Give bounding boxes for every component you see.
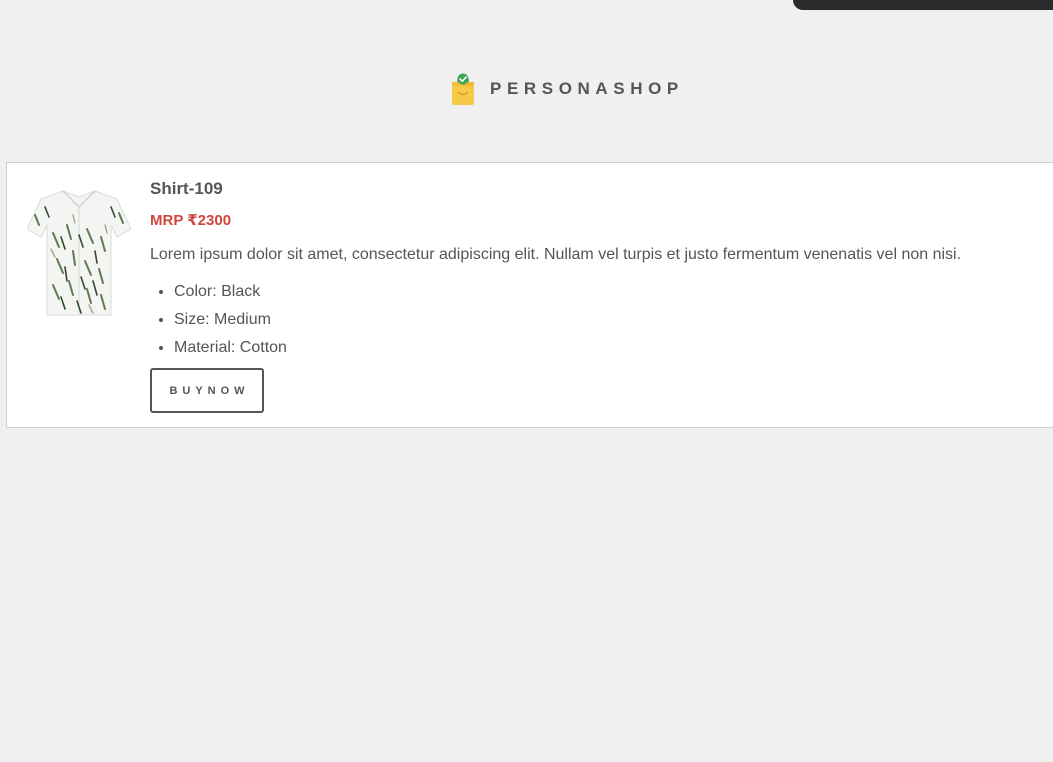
- product-shirt-image[interactable]: [27, 185, 131, 319]
- product-price: MRP ₹2300: [150, 212, 232, 229]
- product-card: Shirt-109 MRP ₹2300 Lorem ipsum dolor si…: [6, 162, 1053, 428]
- brand-name: PERSONASHOP: [490, 79, 684, 98]
- product-description: Lorem ipsum dolor sit amet, consectetur …: [150, 246, 962, 263]
- buy-now-button[interactable]: BUYNOW: [150, 368, 264, 413]
- attribute-material: Material: Cotton: [174, 334, 1050, 362]
- product-attributes: Color: Black Size: Medium Material: Cott…: [150, 278, 1050, 362]
- product-info: Shirt-109 MRP ₹2300 Lorem ipsum dolor si…: [150, 178, 1050, 413]
- shopping-bag-check-icon: [452, 73, 474, 105]
- attribute-color: Color: Black: [174, 278, 1050, 306]
- top-dark-bar: [793, 0, 1053, 10]
- attribute-size: Size: Medium: [174, 306, 1050, 334]
- product-title: Shirt-109: [150, 179, 223, 198]
- brand-header[interactable]: PERSONASHOP: [450, 72, 684, 106]
